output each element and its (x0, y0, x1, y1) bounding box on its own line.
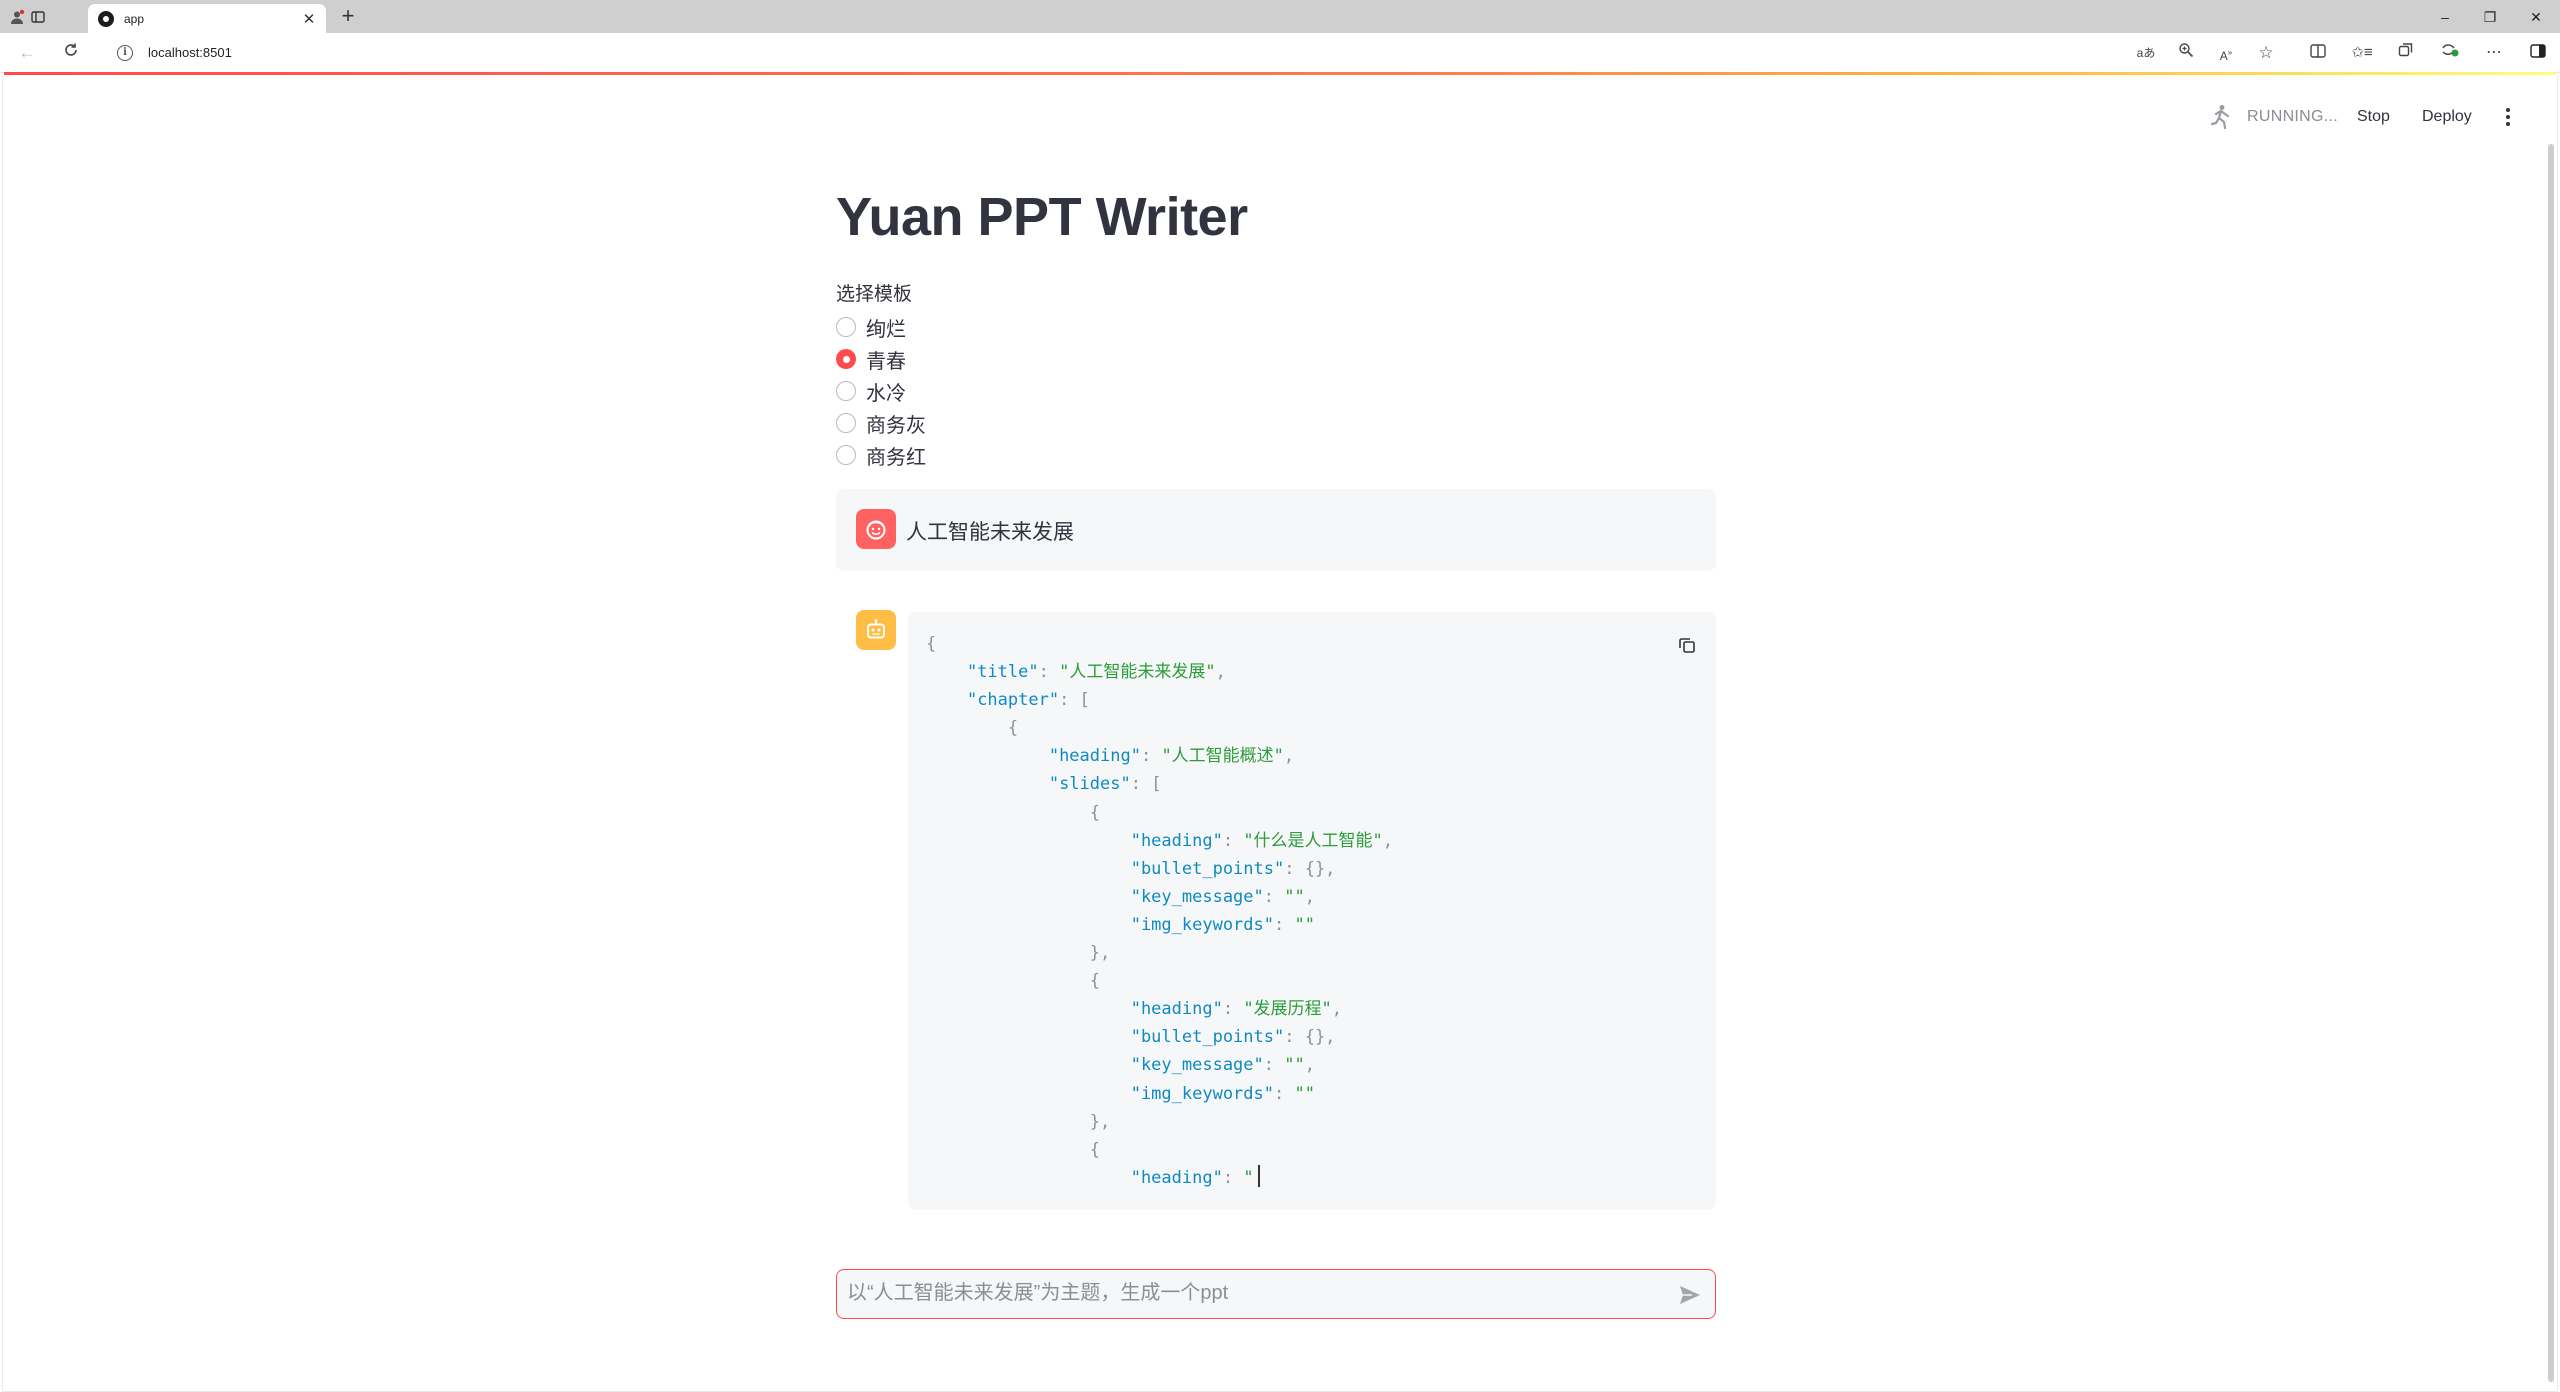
code-line: { (926, 634, 937, 654)
chat-input-container (836, 1269, 1716, 1319)
page-scrollbar[interactable] (2548, 144, 2554, 1382)
code-line: }, (1089, 943, 1111, 964)
template-radio-option[interactable]: 商务灰 (836, 410, 926, 437)
radio-option-label: 绚烂 (866, 318, 906, 341)
split-screen-icon[interactable] (2306, 42, 2330, 64)
template-radio-option[interactable]: 青春 (836, 346, 906, 373)
running-person-icon (2207, 103, 2235, 131)
radio-button[interactable] (836, 413, 856, 433)
radio-button[interactable] (836, 317, 856, 337)
code-line: "heading": " (926, 1164, 1393, 1192)
code-line: { (1089, 971, 1101, 992)
sidebar-toggle-icon[interactable] (2526, 42, 2550, 64)
code-line: "key_message": "", (1130, 886, 1315, 907)
code-line: "heading": "人工智能概述", (1048, 746, 1295, 767)
more-options-icon[interactable]: ⋯ (2482, 42, 2506, 64)
code-line: "heading": "什么是人工智能", (1130, 830, 1394, 851)
json-code: { "title": "人工智能未来发展", "chapter": [ { "h… (926, 630, 1393, 1192)
code-line: "title": "人工智能未来发展", (966, 662, 1226, 683)
template-radio-option[interactable]: 水冷 (836, 378, 906, 405)
code-line: "heading": "发展历程", (1130, 999, 1343, 1020)
favorites-list-icon[interactable]: ✩≡ (2350, 42, 2374, 64)
tab-title: app (124, 11, 145, 26)
code-line: "bullet_points": {}, (1130, 858, 1336, 879)
browser-tab[interactable]: app ✕ (88, 4, 326, 33)
running-status: RUNNING... (2247, 108, 2338, 125)
profile-icon[interactable] (6, 6, 28, 28)
text-caret (1257, 1164, 1260, 1187)
radio-option-label: 青春 (866, 350, 906, 373)
workspaces-icon[interactable] (27, 6, 49, 28)
code-line: "chapter": [ (966, 690, 1090, 711)
radio-button[interactable] (836, 445, 856, 465)
code-line: "bullet_points": {}, (1130, 1027, 1336, 1048)
assistant-code-block: { "title": "人工智能未来发展", "chapter": [ { "h… (908, 612, 1716, 1210)
send-icon[interactable] (1677, 1282, 1703, 1308)
reload-icon[interactable] (60, 42, 82, 64)
address-bar: ← i localhost:8501 aあ A» ☆ ✩≡ ⋯ (0, 33, 2560, 73)
code-line: { (1089, 802, 1101, 823)
radio-option-label: 商务灰 (866, 414, 926, 437)
minimize-button[interactable]: – (2431, 6, 2459, 28)
template-radio-option[interactable]: 商务红 (836, 442, 926, 469)
new-tab-button[interactable]: + (336, 5, 360, 29)
collections-icon[interactable] (2394, 42, 2418, 64)
radio-option-label: 水冷 (866, 382, 906, 405)
extensions-icon[interactable] (2438, 42, 2462, 64)
site-info-icon[interactable]: i (117, 45, 133, 61)
chat-input[interactable] (847, 1270, 1667, 1317)
code-line: }, (1089, 1111, 1111, 1132)
back-arrow-icon[interactable]: ← (16, 42, 38, 64)
code-line: "img_keywords": "" (1130, 914, 1315, 935)
radio-option-label: 商务红 (866, 446, 926, 469)
deploy-button[interactable]: Deploy (2422, 108, 2472, 126)
code-line: { (1007, 718, 1019, 739)
radio-button[interactable] (836, 349, 856, 369)
tab-favicon-icon (98, 10, 114, 27)
copy-icon[interactable] (1674, 632, 1700, 658)
user-face-icon (856, 509, 896, 549)
robot-face-icon (856, 610, 896, 650)
read-aloud-icon[interactable]: A» (2214, 42, 2238, 64)
template-radio-label: 选择模板 (836, 284, 913, 305)
user-chat-message: 人工智能未来发展 (836, 489, 1716, 571)
close-window-button[interactable]: ✕ (2522, 6, 2550, 28)
translate-icon[interactable]: aあ (2134, 42, 2158, 64)
favorite-star-icon[interactable]: ☆ (2254, 42, 2278, 64)
tab-close-icon[interactable]: ✕ (300, 10, 318, 28)
restore-button[interactable]: ❐ (2476, 6, 2504, 28)
browser-tab-bar: app ✕ + – ❐ ✕ (0, 0, 2560, 33)
zoom-icon[interactable] (2174, 42, 2198, 64)
code-line: { (1089, 1139, 1101, 1160)
stop-button[interactable]: Stop (2357, 108, 2390, 126)
user-message-text: 人工智能未来发展 (906, 521, 1074, 544)
page-title: Yuan PPT Writer (836, 187, 1248, 247)
vertical-dots-icon[interactable] (2498, 103, 2518, 131)
code-line: "slides": [ (1048, 774, 1162, 795)
code-line: "key_message": "", (1130, 1055, 1315, 1076)
url-field[interactable]: localhost:8501 (148, 45, 232, 60)
radio-button[interactable] (836, 381, 856, 401)
code-line: "img_keywords": "" (1130, 1083, 1315, 1104)
template-radio-option[interactable]: 绚烂 (836, 314, 906, 341)
